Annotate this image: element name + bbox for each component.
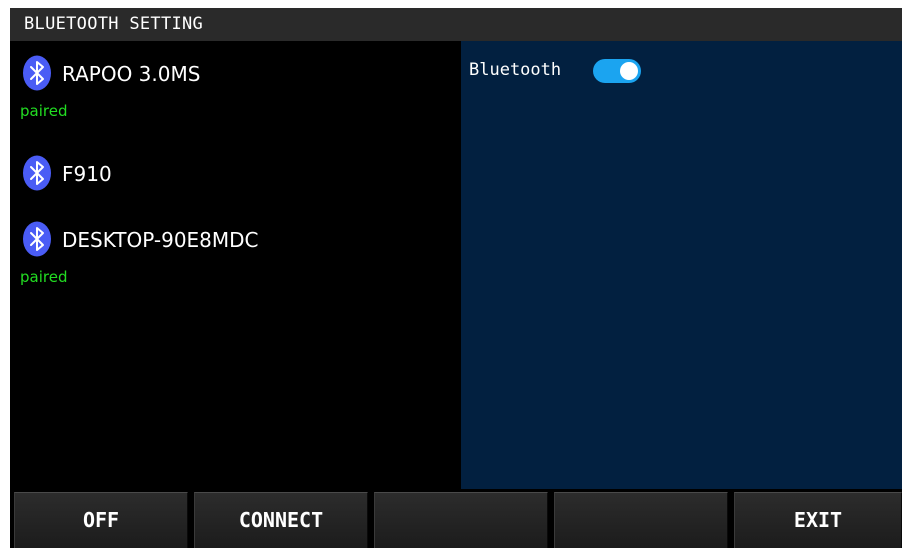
device-list: RAPOO 3.0MS paired F910 DESKTOP-90E8MDC … xyxy=(10,41,461,489)
device-status: paired xyxy=(20,102,68,120)
bluetooth-icon xyxy=(23,55,51,91)
settings-panel: Bluetooth xyxy=(461,41,902,489)
bluetooth-icon xyxy=(23,155,51,191)
bluetooth-icon xyxy=(23,221,51,257)
toggle-knob xyxy=(620,62,638,80)
function-button-4[interactable] xyxy=(554,492,728,548)
connect-button[interactable]: CONNECT xyxy=(194,492,368,548)
window-title: BLUETOOTH SETTING xyxy=(10,8,902,41)
off-button[interactable]: OFF xyxy=(14,492,188,548)
device-name: DESKTOP-90E8MDC xyxy=(62,228,259,252)
bluetooth-label: Bluetooth xyxy=(469,60,562,80)
device-status: paired xyxy=(20,268,68,286)
bluetooth-setting-window: BLUETOOTH SETTING RAPOO 3.0MS paired F91… xyxy=(10,8,902,548)
function-button-3[interactable] xyxy=(374,492,548,548)
device-item-desktop[interactable]: DESKTOP-90E8MDC paired xyxy=(10,207,461,286)
bluetooth-toggle[interactable] xyxy=(593,59,641,83)
exit-button[interactable]: EXIT xyxy=(734,492,902,548)
device-item-rapoo[interactable]: RAPOO 3.0MS paired xyxy=(10,41,461,120)
function-button-bar: OFF CONNECT EXIT xyxy=(10,489,902,548)
device-name: F910 xyxy=(62,162,112,186)
device-item-f910[interactable]: F910 xyxy=(10,141,461,201)
device-name: RAPOO 3.0MS xyxy=(62,62,201,86)
